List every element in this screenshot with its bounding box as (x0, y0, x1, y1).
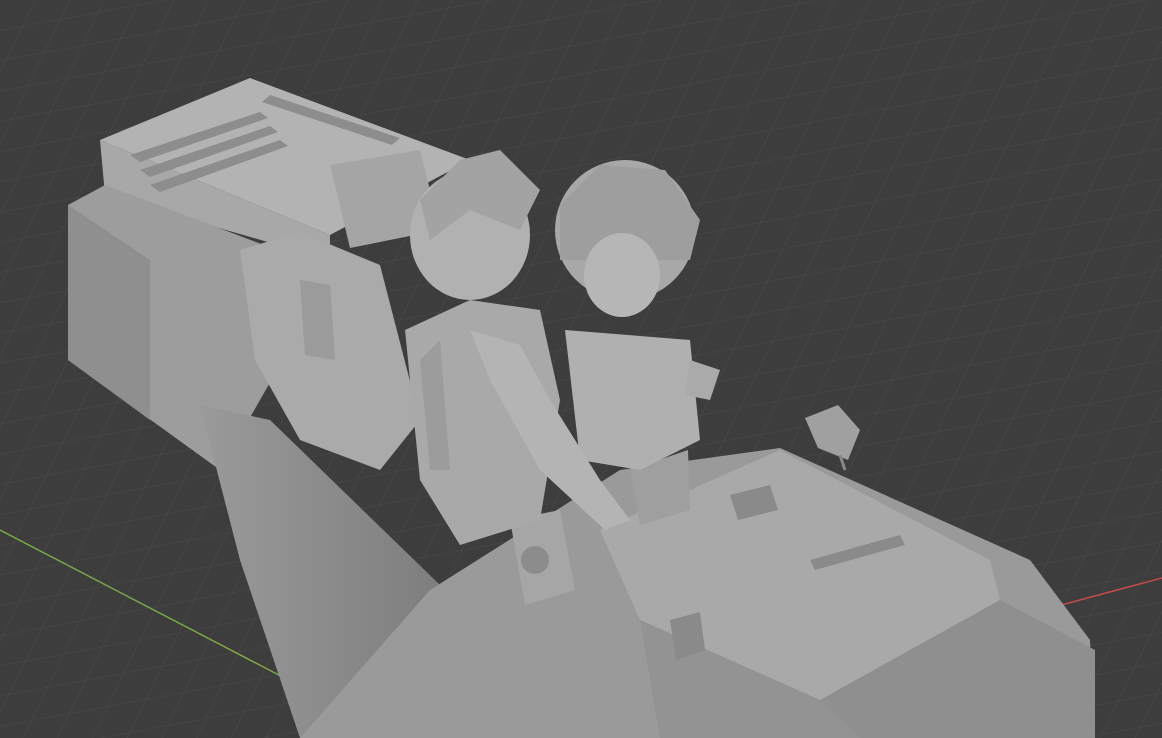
viewport-canvas[interactable] (0, 0, 1162, 738)
3d-viewport[interactable] (0, 0, 1162, 738)
